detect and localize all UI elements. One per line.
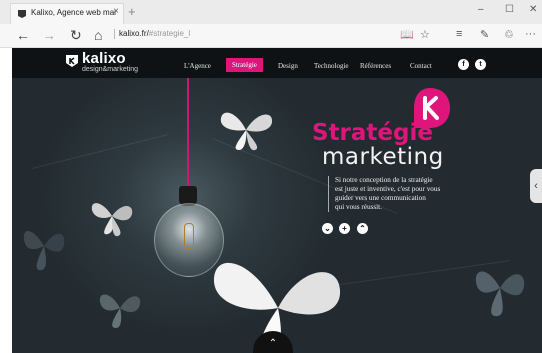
kalixo-logo-icon [66, 55, 78, 67]
tab-title: Kalixo, Agence web mar [31, 8, 117, 17]
butterfly-image [220, 112, 273, 151]
butterfly-image [91, 203, 133, 237]
browser-tab[interactable]: Kalixo, Agence web mar × [10, 3, 124, 24]
butterfly-image [99, 294, 141, 328]
hero-copy-line: guider vers une communication [335, 194, 426, 202]
url-path: #strategie_l [148, 29, 191, 39]
side-panel-toggle[interactable]: ‹ [530, 169, 542, 203]
address-bar: ← → ↻ ⌂ kalixo.fr/#strategie_l 📖 ☆ ≡ ✎ ♲… [0, 24, 542, 48]
hero-copy-line: Si notre conception de la stratégie [335, 176, 433, 184]
logo-tagline: design&marketing [82, 66, 139, 73]
hero-copy-line: est juste et inventive, c'est pour vous [335, 185, 441, 193]
hero-headline: Stratégie [312, 120, 433, 146]
menu-item-technologie[interactable]: Technologie [314, 62, 349, 70]
menu-item-references[interactable]: Références [360, 62, 391, 70]
reading-view-icon[interactable]: 📖 [400, 28, 414, 41]
logo-name: kalixo [82, 50, 126, 67]
title-bar: Kalixo, Agence web mar × + – ☐ ✕ [0, 0, 542, 24]
close-window-button[interactable]: ✕ [529, 4, 537, 15]
more-icon[interactable]: ··· [525, 28, 536, 40]
home-button[interactable]: ⌂ [94, 27, 102, 43]
butterfly-image [23, 230, 65, 271]
hero-subhead: marketing [322, 144, 444, 170]
menu-item-strategie[interactable]: Stratégie [226, 58, 263, 72]
scroll-up-button[interactable]: ⌃ [357, 223, 368, 234]
forward-button[interactable]: → [42, 27, 56, 43]
website-viewport: kalixo design&marketing L'Agence Stratég… [12, 48, 542, 353]
share-icon[interactable]: ♲ [504, 28, 514, 41]
facebook-icon[interactable]: f [458, 59, 469, 70]
maximize-button[interactable]: ☐ [505, 4, 514, 15]
back-button[interactable]: ← [16, 27, 30, 43]
lamp-cord [187, 78, 189, 188]
light-streak [31, 134, 168, 169]
refresh-button[interactable]: ↻ [70, 27, 82, 43]
tab-close-icon[interactable]: × [113, 6, 119, 17]
hero-copy: Si notre conception de la stratégie est … [328, 176, 485, 212]
menu-item-design[interactable]: Design [278, 62, 298, 70]
browser-window: Kalixo, Agence web mar × + – ☐ ✕ ← → ↻ ⌂… [0, 0, 542, 353]
new-tab-button[interactable]: + [128, 4, 136, 19]
butterfly-image [475, 271, 525, 317]
menu-item-agence[interactable]: L'Agence [184, 62, 211, 70]
scroll-down-button[interactable]: ⌄ [322, 223, 333, 234]
url-domain: kalixo.fr/ [119, 29, 149, 39]
twitter-icon[interactable]: t [475, 59, 486, 70]
url-field[interactable]: kalixo.fr/#strategie_l [114, 29, 190, 43]
url-separator [114, 29, 115, 39]
bulb-filament [184, 223, 194, 249]
web-note-icon[interactable]: ✎ [480, 28, 489, 41]
kalixo-favicon-icon [18, 10, 26, 18]
more-info-button[interactable]: + [339, 223, 350, 234]
hero-copy-line: qui vous réussit. [335, 203, 382, 211]
menu-item-contact[interactable]: Contact [410, 62, 432, 70]
minimize-button[interactable]: – [478, 4, 484, 15]
site-navbar: kalixo design&marketing L'Agence Stratég… [12, 48, 542, 78]
favorites-icon[interactable]: ☆ [420, 28, 430, 41]
hub-icon[interactable]: ≡ [456, 28, 462, 40]
